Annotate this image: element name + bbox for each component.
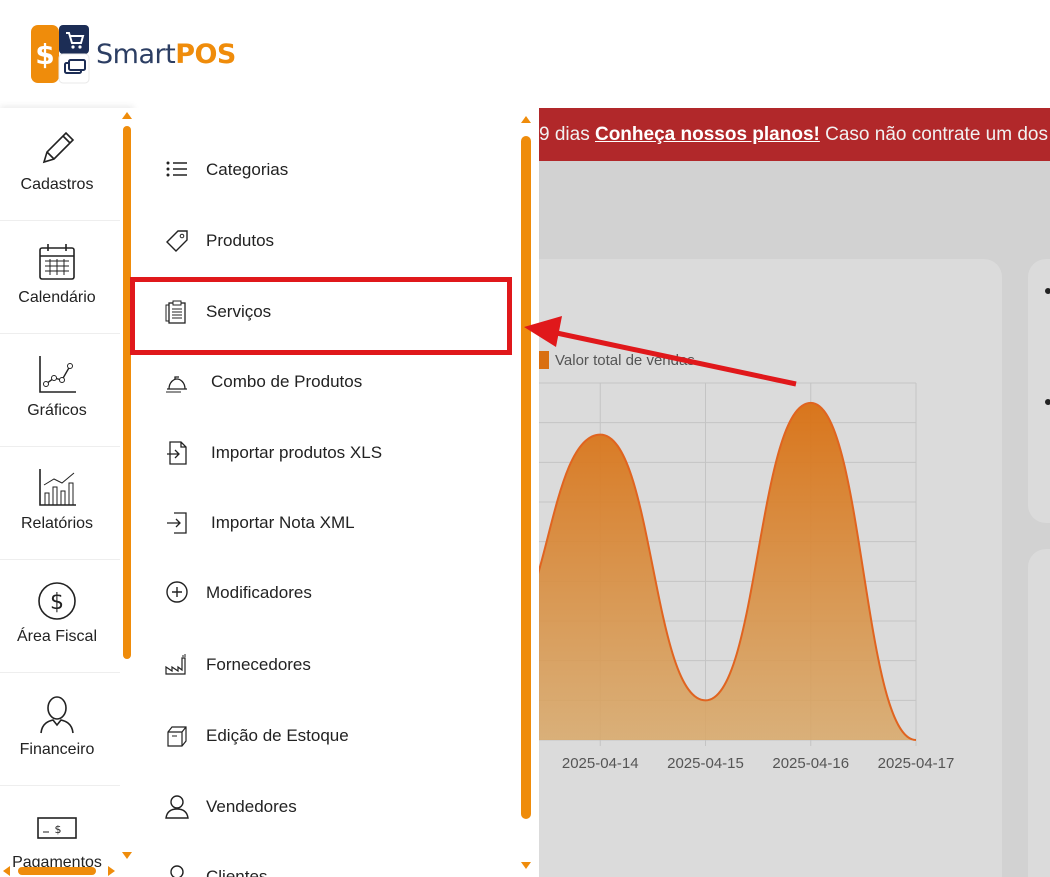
sidebar-item-calendario[interactable]: Calendário (0, 221, 120, 334)
calendar-icon (39, 244, 75, 280)
submenu-item-vendedores[interactable]: Vendedores (164, 787, 297, 827)
logo-symbol: $ (35, 38, 54, 71)
submenu-label: Categorias (206, 160, 289, 179)
sidebar-label: Gráficos (27, 402, 87, 419)
factory-icon (165, 654, 186, 675)
logo-text: SmartPOS (96, 38, 236, 70)
submenu-label: Modificadores (206, 583, 312, 602)
person-icon (40, 696, 74, 734)
submenu-label: Clientes (206, 867, 268, 877)
sidebar-scroll-right-icon[interactable] (108, 866, 115, 876)
submenu-item-edicao-estoque[interactable]: Edição de Estoque (164, 716, 349, 756)
submenu-item-fornecedores[interactable]: Fornecedores (164, 645, 311, 685)
x-tick-label: 2025-04-17 (878, 755, 955, 772)
login-arrow-icon (167, 512, 187, 534)
sidebar-label: Área Fiscal (16, 628, 98, 645)
sales-area-chart: 2025-04-14 2025-04-15 2025-04-16 2025-04-17 (539, 382, 955, 772)
box-icon (167, 726, 187, 747)
submenu-label: Vendedores (206, 797, 297, 816)
trial-banner: 9 dias Conheça nossos planos! Caso não c… (539, 108, 1050, 161)
submenu-item-produtos[interactable]: Produtos (164, 221, 274, 261)
pencil-icon (42, 131, 75, 164)
submenu-item-modificadores[interactable]: Modificadores (164, 573, 312, 613)
x-tick-label: 2025-04-15 (667, 755, 744, 772)
submenu-label: Importar produtos XLS (211, 443, 383, 462)
sidebar-item-graficos[interactable]: Gráficos (0, 334, 120, 447)
svg-text:$: $ (50, 590, 64, 615)
logo-mark-icon: $ (30, 24, 90, 84)
x-tick-label: 2025-04-14 (562, 755, 639, 772)
sidebar-item-cadastros[interactable]: Cadastros (0, 108, 120, 221)
banner-prefix: 9 dias (539, 124, 595, 145)
banknote-icon: $ (37, 817, 77, 839)
sidebar-item-financeiro[interactable]: Financeiro (0, 673, 120, 786)
submenu-scroll-up-icon[interactable] (521, 116, 531, 123)
submenu-label: Combo de Produtos (211, 372, 363, 391)
submenu-item-combo-produtos[interactable]: Combo de Produtos (164, 362, 362, 402)
sidebar-label: Cadastros (20, 176, 94, 193)
submenu-label: Fornecedores (206, 655, 311, 674)
plans-link[interactable]: Conheça nossos planos! (595, 124, 820, 145)
submenu-item-importar-xls[interactable]: Importar produtos XLS (164, 433, 382, 473)
sidebar-item-relatorios[interactable]: Relatórios (0, 447, 120, 560)
highlight-box (130, 277, 512, 355)
cadastros-submenu: Categorias Produtos Serviços Combo de Pr… (134, 108, 539, 877)
submenu-scroll-down-icon[interactable] (521, 862, 531, 869)
line-chart-icon (39, 356, 76, 393)
sidebar-scroll-left-icon[interactable] (3, 866, 10, 876)
chart-legend[interactable]: Valor total de vendas (539, 351, 695, 369)
smartpos-logo[interactable]: $ SmartPOS (30, 24, 236, 84)
dashboard-backdrop: 9 dias Conheça nossos planos! Caso não c… (539, 108, 1050, 877)
submenu-item-categorias[interactable]: Categorias (164, 150, 288, 190)
sidebar-vertical-scrollbar[interactable] (123, 126, 131, 659)
cloche-icon (166, 376, 187, 393)
list-icon (166, 161, 187, 177)
app-header: $ SmartPOS (0, 0, 1050, 108)
x-tick-label: 2025-04-16 (772, 755, 849, 772)
sidebar-label: Relatórios (20, 515, 94, 532)
file-import-icon (167, 441, 187, 465)
main-sidebar: Cadastros Calendário Gráficos Relatórios… (0, 108, 134, 877)
legend-swatch (539, 351, 549, 369)
dollar-circle-icon: $ (38, 582, 76, 620)
plus-circle-icon (166, 581, 188, 603)
user-icon (165, 795, 189, 819)
submenu-item-importar-xml[interactable]: Importar Nota XML (164, 503, 355, 543)
tag-icon (166, 230, 188, 252)
submenu-label: Edição de Estoque (206, 726, 349, 745)
sidebar-label: Financeiro (19, 741, 95, 758)
users-icon (170, 865, 184, 877)
submenu-vertical-scrollbar[interactable] (521, 136, 531, 819)
sidebar-horizontal-scrollbar[interactable] (18, 867, 96, 875)
submenu-label: Importar Nota XML (211, 513, 355, 532)
series-area (539, 402, 916, 740)
sidebar-label: Calendário (18, 289, 96, 306)
bullet-dot (1045, 288, 1050, 294)
svg-text:$: $ (55, 823, 62, 836)
sidebar-scroll-up-icon[interactable] (122, 112, 132, 119)
sidebar-item-area-fiscal[interactable]: $ Área Fiscal (0, 560, 120, 673)
submenu-item-clientes[interactable]: Clientes (164, 857, 267, 877)
sidebar-scroll-down-icon[interactable] (122, 852, 132, 859)
legend-label: Valor total de vendas (555, 351, 695, 369)
banner-suffix: Caso não contrate um dos p (819, 124, 1050, 145)
submenu-label: Produtos (206, 231, 275, 250)
bar-report-icon (39, 469, 76, 506)
sidebar-item-pagamentos[interactable]: $ Pagamentos (0, 786, 120, 877)
